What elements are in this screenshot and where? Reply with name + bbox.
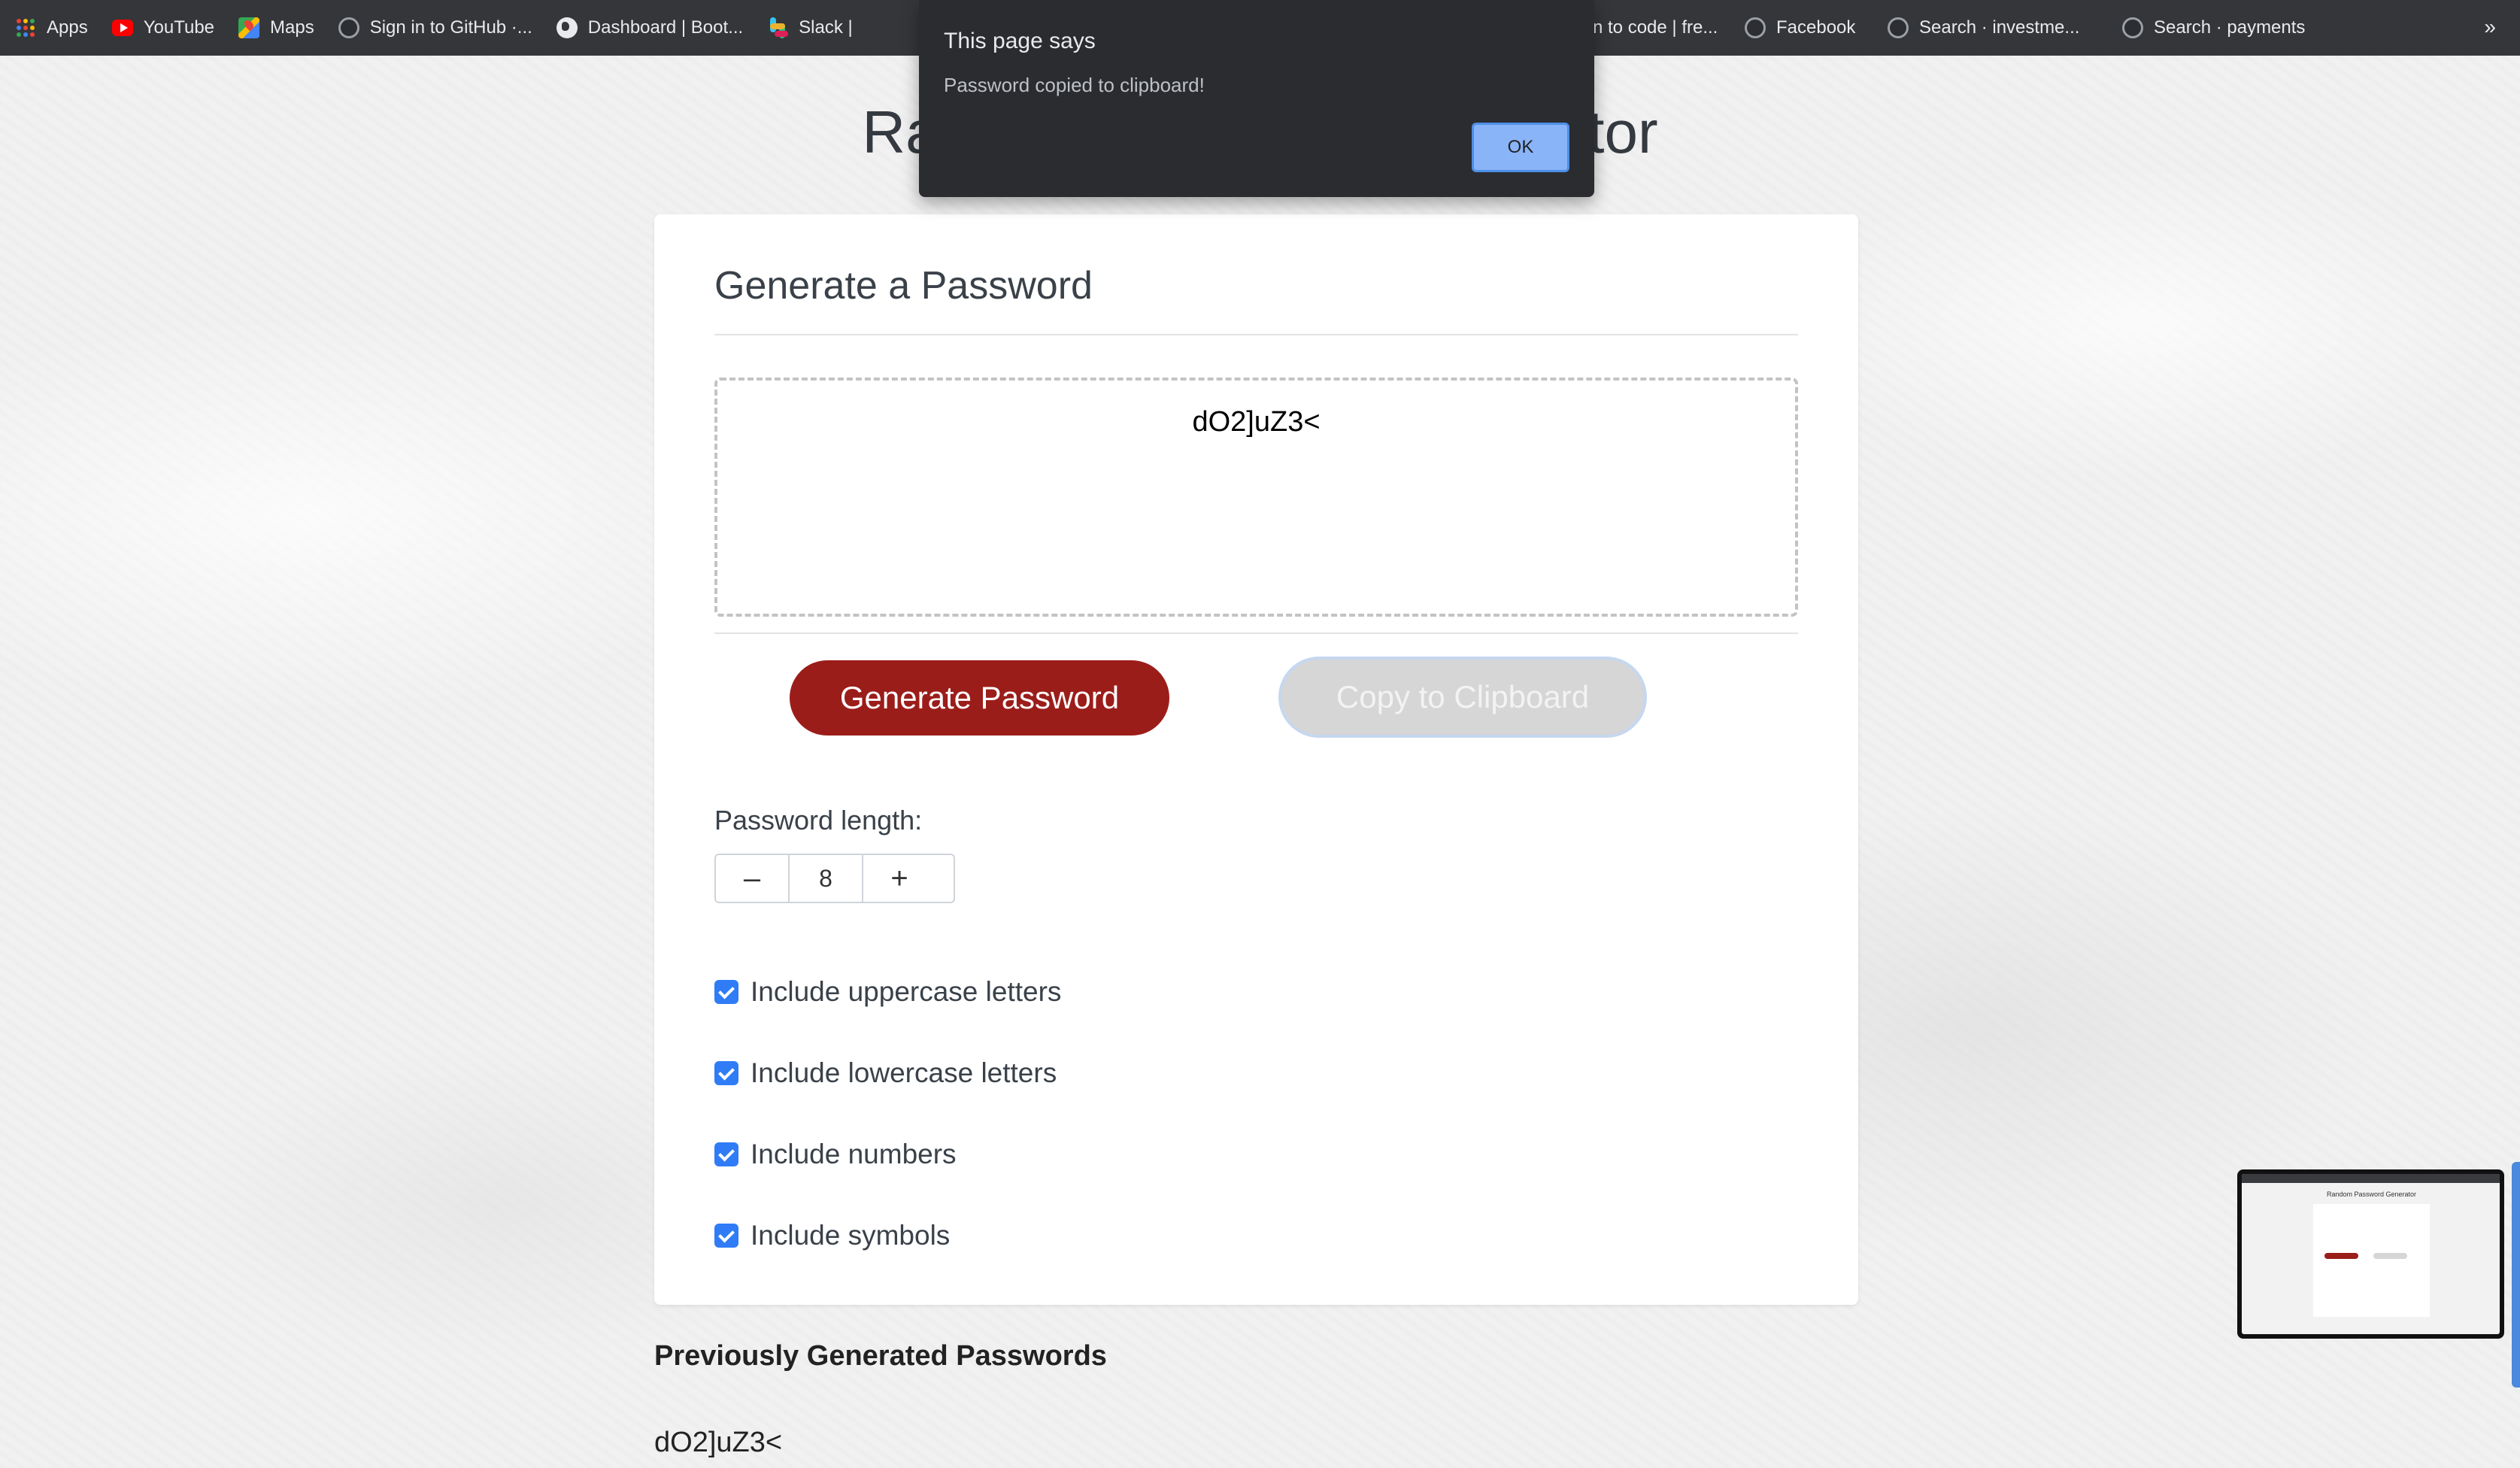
option-lowercase[interactable]: Include lowercase letters: [714, 1057, 1057, 1089]
github-icon: [1888, 17, 1909, 38]
copy-to-clipboard-button[interactable]: Copy to Clipboard: [1278, 657, 1647, 738]
password-output[interactable]: dO2]uZ3<: [714, 378, 1798, 617]
option-label: Include symbols: [751, 1220, 951, 1251]
generate-password-button[interactable]: Generate Password: [790, 660, 1169, 736]
lowercase-checkbox[interactable]: [714, 1061, 738, 1085]
dialog-message: Password copied to clipboard!: [944, 74, 1205, 96]
thumbnail-toolbar: [2242, 1174, 2500, 1183]
option-symbols[interactable]: Include symbols: [714, 1220, 950, 1251]
apps-grid-icon: [15, 17, 36, 38]
bookmark-label: Maps: [270, 17, 314, 38]
bookmark-label: Search · investme...: [1919, 17, 2080, 38]
decrement-button[interactable]: –: [716, 855, 788, 902]
divider: [714, 334, 1798, 335]
github-icon: [338, 17, 359, 38]
bookmark-label: n to code | fre...: [1593, 17, 1718, 38]
bookmarks-overflow-button[interactable]: »: [2484, 15, 2496, 39]
thumbnail-content: Random Password Generator: [2242, 1174, 2500, 1334]
bookmark-label: Sign in to GitHub ·...: [369, 17, 532, 38]
bookmark-github-signin[interactable]: Sign in to GitHub ·...: [338, 17, 532, 38]
slack-icon: [767, 17, 789, 38]
option-label: Include lowercase letters: [751, 1057, 1057, 1088]
bookmark-search-investments[interactable]: Search · investme...: [1888, 17, 2079, 38]
history-title: Previously Generated Passwords: [654, 1340, 1107, 1372]
bookmark-apps[interactable]: Apps: [15, 17, 88, 38]
option-numbers[interactable]: Include numbers: [714, 1139, 957, 1170]
side-panel-handle[interactable]: [2512, 1162, 2520, 1388]
bookmark-slack[interactable]: Slack |: [767, 17, 853, 38]
bookmark-dashboard[interactable]: Dashboard | Boot...: [556, 17, 743, 38]
youtube-icon: [111, 17, 133, 38]
option-label: Include uppercase letters: [751, 976, 1062, 1007]
symbols-checkbox[interactable]: [714, 1224, 738, 1248]
globe-icon: [556, 17, 578, 38]
bookmark-facebook[interactable]: Facebook: [1745, 17, 1855, 38]
dialog-title: This page says: [944, 29, 1096, 53]
bookmark-label: Apps: [47, 17, 88, 38]
bookmark-maps[interactable]: Maps: [238, 17, 314, 38]
bookmark-label: Slack |: [799, 17, 853, 38]
github-icon: [1745, 17, 1766, 38]
thumbnail-copy-button: [2373, 1253, 2407, 1259]
bookmark-label: Dashboard | Boot...: [587, 17, 744, 38]
thumbnail-title: Random Password Generator: [2326, 1190, 2417, 1198]
alert-dialog: This page says Password copied to clipbo…: [919, 0, 1594, 197]
password-length-label: Password length:: [714, 805, 923, 836]
bookmark-search-payments[interactable]: Search · payments: [2122, 17, 2305, 38]
increment-button[interactable]: +: [863, 855, 936, 902]
screenshot-thumbnail[interactable]: Random Password Generator: [2237, 1169, 2504, 1339]
thumbnail-card: [2313, 1204, 2430, 1317]
bookmark-label: Search · payments: [2154, 17, 2306, 38]
github-icon: [2122, 17, 2143, 38]
uppercase-checkbox[interactable]: [714, 980, 738, 1004]
thumbnail-generate-button: [2324, 1253, 2358, 1259]
bookmark-label: Facebook: [1776, 17, 1856, 38]
card-title: Generate a Password: [714, 264, 1093, 308]
bookmark-youtube[interactable]: YouTube: [111, 17, 215, 38]
bookmark-learn-to-code[interactable]: n to code | fre...: [1593, 17, 1718, 38]
bookmark-label: YouTube: [143, 17, 215, 38]
option-uppercase[interactable]: Include uppercase letters: [714, 976, 1061, 1008]
password-length-stepper: – 8 +: [714, 854, 955, 903]
maps-icon: [238, 17, 260, 38]
divider: [714, 632, 1798, 634]
password-length-value[interactable]: 8: [788, 855, 863, 902]
dialog-ok-button[interactable]: OK: [1472, 123, 1569, 172]
option-label: Include numbers: [751, 1139, 957, 1169]
numbers-checkbox[interactable]: [714, 1142, 738, 1166]
generator-card: Generate a Password dO2]uZ3< Generate Pa…: [654, 214, 1858, 1305]
history-item: dO2]uZ3<: [654, 1427, 783, 1458]
